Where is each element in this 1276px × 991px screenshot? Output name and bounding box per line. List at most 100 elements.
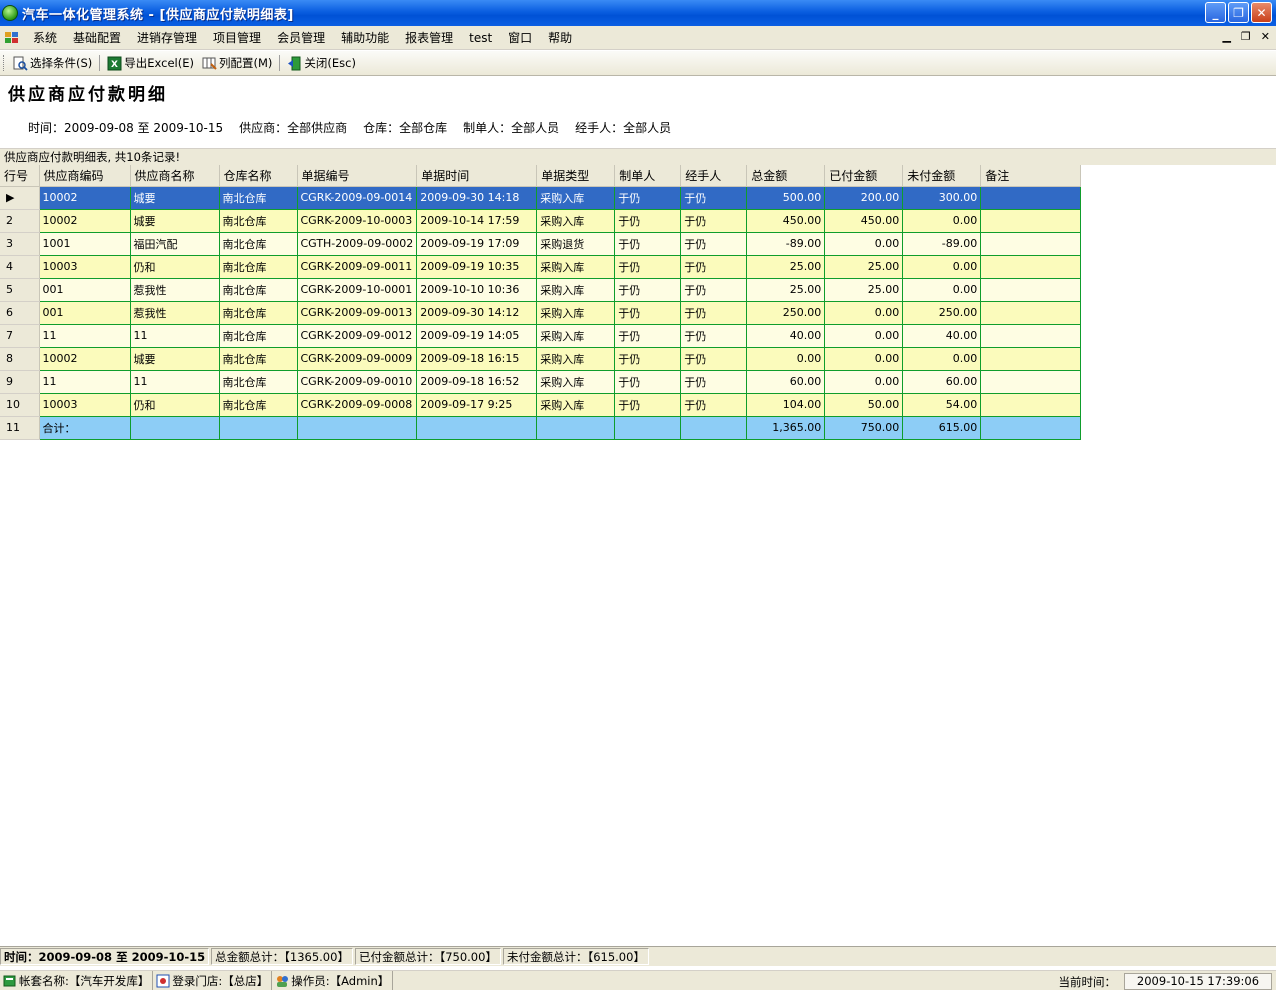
table-cell[interactable]: 450.00	[824, 208, 904, 233]
column-header[interactable]: 未付金额	[902, 165, 982, 187]
table-cell[interactable]: 于仍	[614, 185, 682, 210]
export-excel-button[interactable]: X 导出Excel(E)	[103, 53, 198, 74]
table-cell[interactable]: 城要	[129, 208, 220, 233]
table-cell[interactable]: 于仍	[680, 369, 748, 394]
table-cell[interactable]: 采购入库	[536, 277, 616, 302]
column-header[interactable]: 供应商编码	[39, 165, 131, 187]
table-cell[interactable]: 南北仓库	[218, 231, 298, 256]
table-cell[interactable]: 于仍	[614, 208, 682, 233]
mdi-minimize-button[interactable]: ▁	[1222, 30, 1230, 43]
table-cell[interactable]: 11	[38, 369, 131, 394]
table-cell[interactable]: 1,365.00	[746, 415, 826, 440]
table-cell[interactable]	[129, 415, 220, 440]
table-cell[interactable]: 2009-09-18 16:52	[416, 369, 538, 394]
menu-member[interactable]: 会员管理	[269, 28, 333, 48]
table-cell[interactable]	[614, 415, 682, 440]
table-cell[interactable]: 10003	[38, 254, 131, 279]
row-header[interactable]: 8	[0, 347, 40, 371]
menu-inventory[interactable]: 进销存管理	[129, 28, 205, 48]
table-cell[interactable]: 于仍	[614, 369, 682, 394]
row-header[interactable]: 5	[0, 278, 40, 302]
table-cell[interactable]: 于仍	[680, 277, 748, 302]
table-row[interactable]: 10 10003 仍和 南北仓库 CGRK-2009-09-0008 2009-09-17…	[0, 392, 1082, 417]
table-cell[interactable]: 于仍	[614, 277, 682, 302]
table-cell[interactable]: 于仍	[680, 254, 748, 279]
table-cell[interactable]: 2009-09-17 9:25	[416, 392, 538, 417]
row-header[interactable]: 3	[0, 232, 40, 256]
table-cell[interactable]: 于仍	[680, 185, 748, 210]
column-header[interactable]: 单据时间	[416, 165, 538, 187]
table-cell[interactable]: 0.00	[824, 369, 904, 394]
table-cell[interactable]: CGRK-2009-10-0003	[296, 208, 418, 233]
table-cell[interactable]: 于仍	[680, 300, 748, 325]
close-report-button[interactable]: 关闭(Esc)	[283, 53, 360, 74]
row-header[interactable]: 10	[0, 393, 40, 417]
table-cell[interactable]: 10003	[38, 392, 131, 417]
table-cell[interactable]: 于仍	[614, 323, 682, 348]
column-header[interactable]: 单据编号	[297, 165, 418, 187]
column-header[interactable]: 单据类型	[536, 165, 616, 187]
table-cell[interactable]: 于仍	[680, 346, 748, 371]
table-cell[interactable]: 于仍	[614, 254, 682, 279]
table-cell[interactable]: 仍和	[129, 392, 220, 417]
table-row[interactable]: ▶ 10002 城要 南北仓库 CGRK-2009-09-0014 2009-09-30 …	[0, 185, 1082, 210]
table-cell[interactable]: 2009-09-19 14:05	[416, 323, 538, 348]
menu-project[interactable]: 项目管理	[205, 28, 269, 48]
table-cell[interactable]: 300.00	[902, 185, 982, 210]
table-cell[interactable]: 0.00	[902, 346, 982, 371]
table-cell[interactable]: 2009-09-30 14:12	[416, 300, 538, 325]
table-cell[interactable]: 于仍	[614, 346, 682, 371]
table-cell[interactable]: CGRK-2009-10-0001	[296, 277, 418, 302]
column-header[interactable]: 行号	[0, 165, 40, 187]
menu-reports[interactable]: 报表管理	[397, 28, 461, 48]
column-header[interactable]: 经手人	[680, 165, 748, 187]
table-cell[interactable]: 南北仓库	[218, 323, 298, 348]
row-header[interactable]: 4	[0, 255, 40, 279]
table-cell[interactable]: 于仍	[614, 231, 682, 256]
row-header[interactable]: 9	[0, 370, 40, 394]
table-cell[interactable]: 40.00	[746, 323, 826, 348]
table-cell[interactable]: 南北仓库	[218, 369, 298, 394]
table-row[interactable]: 9 11 11 南北仓库 CGRK-2009-09-0010 2009-09-18 16:…	[0, 369, 1082, 394]
table-cell[interactable]: 0.00	[824, 346, 904, 371]
table-cell[interactable]: 南北仓库	[218, 254, 298, 279]
table-cell[interactable]: 2009-09-30 14:18	[416, 185, 538, 210]
menu-window[interactable]: 窗口	[500, 28, 540, 48]
table-cell[interactable]: CGRK-2009-09-0009	[296, 346, 418, 371]
table-cell[interactable]: 25.00	[746, 277, 826, 302]
table-row[interactable]: 6 001 惹我性 南北仓库 CGRK-2009-09-0013 2009-09-30 1…	[0, 300, 1082, 325]
table-cell[interactable]: 2009-09-18 16:15	[416, 346, 538, 371]
mdi-restore-button[interactable]: ❐	[1241, 30, 1251, 43]
table-row[interactable]: 3 1001 福田汽配 南北仓库 CGTH-2009-09-0002 2009-09-19…	[0, 231, 1082, 256]
table-cell[interactable]: 采购入库	[536, 208, 616, 233]
table-cell[interactable]: 南北仓库	[218, 277, 298, 302]
table-cell[interactable]: 0.00	[746, 346, 826, 371]
table-cell[interactable]: 0.00	[902, 277, 982, 302]
table-row[interactable]: 4 10003 仍和 南北仓库 CGRK-2009-09-0011 2009-09-19 …	[0, 254, 1082, 279]
table-row[interactable]: 7 11 11 南北仓库 CGRK-2009-09-0012 2009-09-19 14:…	[0, 323, 1082, 348]
table-cell[interactable]: 仍和	[129, 254, 220, 279]
table-cell[interactable]	[980, 369, 1082, 394]
column-header[interactable]: 总金额	[746, 165, 826, 187]
table-cell[interactable]: 54.00	[902, 392, 982, 417]
table-cell[interactable]: 25.00	[824, 254, 904, 279]
mdi-child-icon[interactable]	[5, 31, 19, 44]
table-cell[interactable]: 采购入库	[536, 369, 616, 394]
table-cell[interactable]: 采购入库	[536, 346, 616, 371]
table-cell[interactable]	[980, 277, 1082, 302]
table-cell[interactable]: 采购入库	[536, 185, 616, 210]
table-cell[interactable]: 200.00	[824, 185, 904, 210]
table-cell[interactable]: 0.00	[824, 300, 904, 325]
total-row[interactable]: 11 合计： 1,365.00 750.00 615.00	[0, 415, 1082, 440]
row-header[interactable]: ▶	[0, 186, 40, 210]
table-cell[interactable]	[980, 208, 1082, 233]
table-cell[interactable]: 采购入库	[536, 254, 616, 279]
table-cell[interactable]: 城要	[129, 346, 220, 371]
table-cell[interactable]: 615.00	[902, 415, 982, 440]
row-header[interactable]: 6	[0, 301, 40, 325]
table-row[interactable]: 8 10002 城要 南北仓库 CGRK-2009-09-0009 2009-09-18 …	[0, 346, 1082, 371]
table-cell[interactable]: 采购退货	[536, 231, 616, 256]
menu-system[interactable]: 系统	[25, 28, 65, 48]
table-cell[interactable]	[980, 323, 1082, 348]
table-cell[interactable]: 10002	[38, 346, 131, 371]
